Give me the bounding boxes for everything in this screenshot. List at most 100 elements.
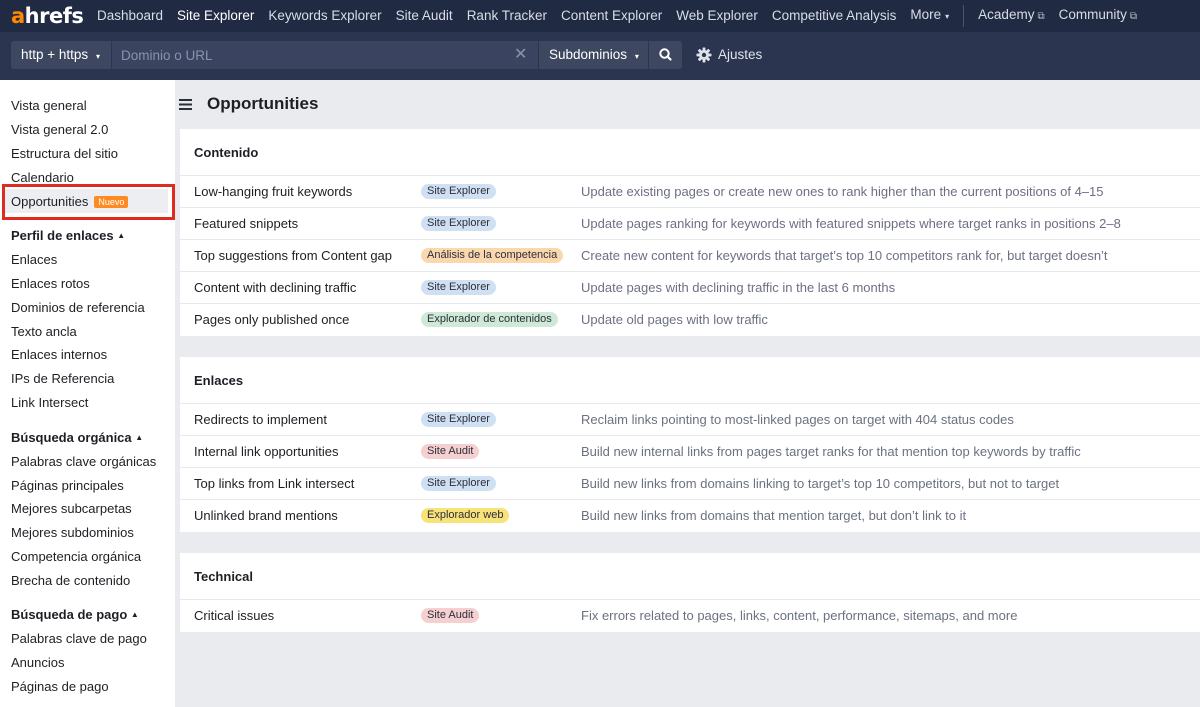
sidebar-item-opportunities[interactable]: Opportunities Nuevo — [11, 194, 129, 209]
nav-more-label: More — [910, 7, 942, 22]
nav-rank-tracker[interactable]: Rank Tracker — [460, 0, 554, 32]
nav-content-explorer[interactable]: Content Explorer — [554, 0, 669, 32]
tool-badge: Explorador de contenidos — [421, 312, 558, 327]
opportunity-name[interactable]: Top suggestions from Content gap — [194, 240, 392, 272]
tool-badge: Site Explorer — [421, 216, 496, 231]
opportunity-name[interactable]: Internal link opportunities — [194, 436, 339, 468]
search-button[interactable] — [649, 41, 682, 69]
opportunity-name[interactable]: Pages only published once — [194, 304, 349, 336]
nav-web-explorer[interactable]: Web Explorer — [669, 0, 765, 32]
search-icon — [659, 48, 672, 61]
protocol-label: http + https — [21, 47, 89, 62]
nav-dashboard[interactable]: Dashboard — [90, 0, 170, 32]
external-link-icon: ⧉ — [1037, 11, 1045, 22]
section-card: Enlaces Redirects to implement Site Expl… — [180, 357, 1200, 532]
section-title: Technical — [180, 553, 1200, 600]
chevron-down-icon: ▾ — [634, 52, 639, 61]
search-bar: http + https ▾ ✕ Subdominios ▾ Ajustes — [0, 32, 1200, 80]
tool-badge: Site Explorer — [421, 184, 496, 199]
nav-community-label: Community — [1058, 7, 1127, 22]
opportunity-name[interactable]: Low-hanging fruit keywords — [194, 176, 352, 208]
sidebar-item-palabras-pago[interactable]: Palabras clave de pago — [11, 631, 147, 646]
nav-keywords-explorer[interactable]: Keywords Explorer — [261, 0, 388, 32]
page-title: Opportunities — [207, 94, 319, 113]
scope-label: Subdominios — [549, 47, 628, 62]
opportunity-row[interactable]: Featured snippets Site Explorer Update p… — [180, 208, 1200, 240]
opportunity-name[interactable]: Unlinked brand mentions — [194, 500, 338, 532]
opportunity-name[interactable]: Content with declining traffic — [194, 272, 356, 304]
opportunity-description: Reclaim links pointing to most-linked pa… — [581, 412, 1014, 427]
opportunity-row[interactable]: Redirects to implement Site Explorer Rec… — [180, 404, 1200, 436]
opportunity-description: Build new internal links from pages targ… — [581, 444, 1081, 459]
sidebar-item-subcarpetas[interactable]: Mejores subcarpetas — [11, 501, 132, 516]
nav-academy[interactable]: Academy ⧉ — [971, 0, 1051, 33]
sidebar-item-dominios[interactable]: Dominios de referencia — [11, 300, 145, 315]
sidebar-item-texto-ancla[interactable]: Texto ancla — [11, 324, 77, 339]
sidebar-item-palabras-organicas[interactable]: Palabras clave orgánicas — [11, 454, 156, 469]
opportunity-row[interactable]: Unlinked brand mentions Explorador web B… — [180, 500, 1200, 532]
opportunity-row[interactable]: Pages only published once Explorador de … — [180, 304, 1200, 336]
opportunity-description: Create new content for keywords that tar… — [581, 248, 1108, 263]
opportunity-description: Update pages ranking for keywords with f… — [581, 216, 1121, 231]
nav-site-explorer[interactable]: Site Explorer — [170, 0, 261, 32]
sidebar-item-vista-general[interactable]: Vista general — [11, 98, 87, 113]
opportunity-row[interactable]: Critical issues Site Audit Fix errors re… — [180, 600, 1200, 632]
sidebar-item-label: Opportunities — [11, 194, 89, 209]
sidebar-item-competencia[interactable]: Competencia orgánica — [11, 549, 141, 564]
opportunity-name[interactable]: Featured snippets — [194, 208, 298, 240]
section-label: Búsqueda orgánica — [11, 430, 132, 445]
tool-badge: Site Explorer — [421, 476, 496, 491]
tool-badge: Site Explorer — [421, 280, 496, 295]
sidebar-item-enlaces[interactable]: Enlaces — [11, 252, 57, 267]
chevron-up-icon: ▲ — [117, 231, 126, 240]
opportunity-description: Build new links from domains that mentio… — [581, 508, 967, 523]
sidebar-item-anuncios[interactable]: Anuncios — [11, 655, 64, 670]
chevron-up-icon: ▲ — [135, 433, 144, 442]
scope-select[interactable]: Subdominios ▾ — [539, 41, 648, 69]
opportunity-row[interactable]: Content with declining traffic Site Expl… — [180, 272, 1200, 304]
sidebar-section-busqueda-pago[interactable]: Búsqueda de pago ▲ — [11, 607, 139, 622]
opportunity-name[interactable]: Critical issues — [194, 600, 274, 632]
nav-divider — [963, 5, 965, 27]
logo-letter-a: a — [11, 4, 25, 28]
sidebar-item-enlaces-internos[interactable]: Enlaces internos — [11, 347, 107, 362]
settings-button[interactable]: Ajustes — [696, 41, 762, 69]
sidebar-item-ips[interactable]: IPs de Referencia — [11, 371, 114, 386]
nav-community[interactable]: Community ⧉ — [1052, 0, 1144, 33]
domain-url-input[interactable] — [112, 41, 538, 69]
sidebar-item-estructura[interactable]: Estructura del sitio — [11, 146, 118, 161]
sidebar-item-paginas-principales[interactable]: Páginas principales — [11, 478, 124, 493]
opportunity-name[interactable]: Redirects to implement — [194, 404, 327, 436]
protocol-select[interactable]: http + https ▾ — [11, 41, 111, 69]
opportunity-row[interactable]: Top links from Link intersect Site Explo… — [180, 468, 1200, 500]
sidebar-item-calendario[interactable]: Calendario — [11, 170, 74, 185]
page-header: Opportunities — [178, 94, 318, 114]
section-card: Technical Critical issues Site Audit Fix… — [180, 553, 1200, 632]
tool-badge: Site Explorer — [421, 412, 496, 427]
ahrefs-logo[interactable]: ahrefs — [0, 0, 90, 32]
hamburger-menu-icon[interactable] — [178, 98, 193, 111]
opportunity-name[interactable]: Top links from Link intersect — [194, 468, 354, 500]
nav-site-audit[interactable]: Site Audit — [389, 0, 460, 32]
sidebar-item-paginas-pago[interactable]: Páginas de pago — [11, 679, 109, 694]
nav-competitive-analysis[interactable]: Competitive Analysis — [765, 0, 904, 32]
sidebar-item-subdominios[interactable]: Mejores subdominios — [11, 525, 134, 540]
opportunity-description: Update existing pages or create new ones… — [581, 184, 1104, 199]
opportunity-row[interactable]: Top suggestions from Content gap Análisi… — [180, 240, 1200, 272]
top-nav: ahrefs Dashboard Site Explorer Keywords … — [0, 0, 1200, 32]
sidebar-section-perfil-enlaces[interactable]: Perfil de enlaces ▲ — [11, 228, 125, 243]
tool-badge: Site Audit — [421, 444, 480, 459]
gear-icon — [696, 47, 712, 63]
sidebar-item-vista-general-2[interactable]: Vista general 2.0 — [11, 122, 108, 137]
opportunity-row[interactable]: Internal link opportunities Site Audit B… — [180, 436, 1200, 468]
close-icon[interactable]: ✕ — [514, 41, 527, 69]
opportunity-description: Update pages with declining traffic in t… — [581, 280, 896, 295]
opportunity-row[interactable]: Low-hanging fruit keywords Site Explorer… — [180, 176, 1200, 208]
opportunity-description: Fix errors related to pages, links, cont… — [581, 608, 1018, 623]
sidebar-item-link-intersect[interactable]: Link Intersect — [11, 395, 88, 410]
sidebar-item-enlaces-rotos[interactable]: Enlaces rotos — [11, 276, 90, 291]
chevron-up-icon: ▲ — [130, 610, 139, 619]
sidebar-section-busqueda-organica[interactable]: Búsqueda orgánica ▲ — [11, 430, 143, 445]
sidebar-item-brecha[interactable]: Brecha de contenido — [11, 573, 130, 588]
nav-more-menu[interactable]: More ▾ — [903, 0, 956, 33]
